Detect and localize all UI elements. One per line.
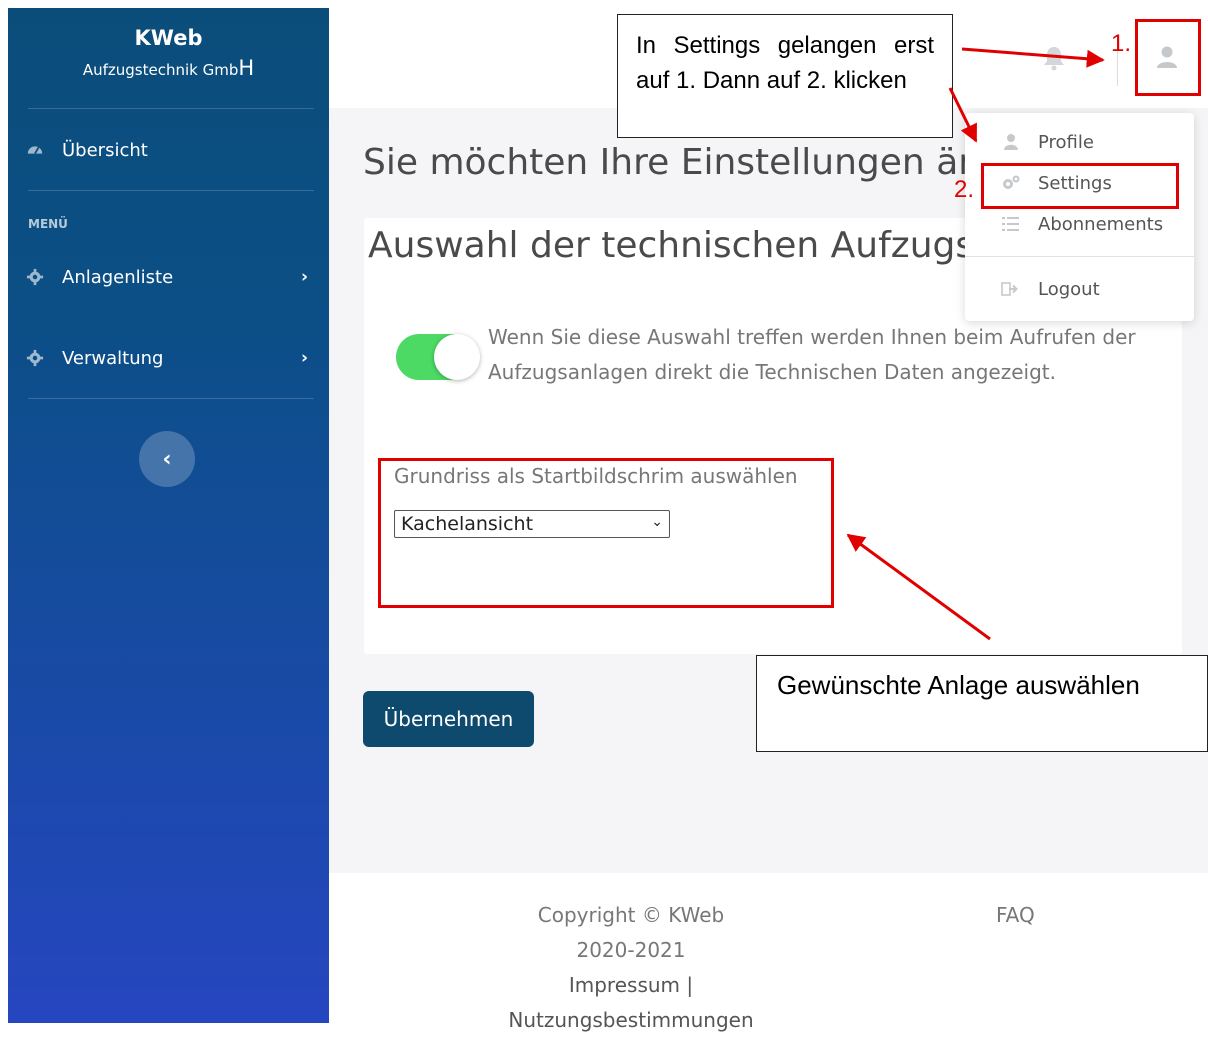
arrow-to-settings (948, 87, 978, 143)
arrow-to-user-button (961, 47, 1105, 68)
arrow-to-select (846, 533, 991, 641)
annotation-arrows (846, 47, 1105, 641)
